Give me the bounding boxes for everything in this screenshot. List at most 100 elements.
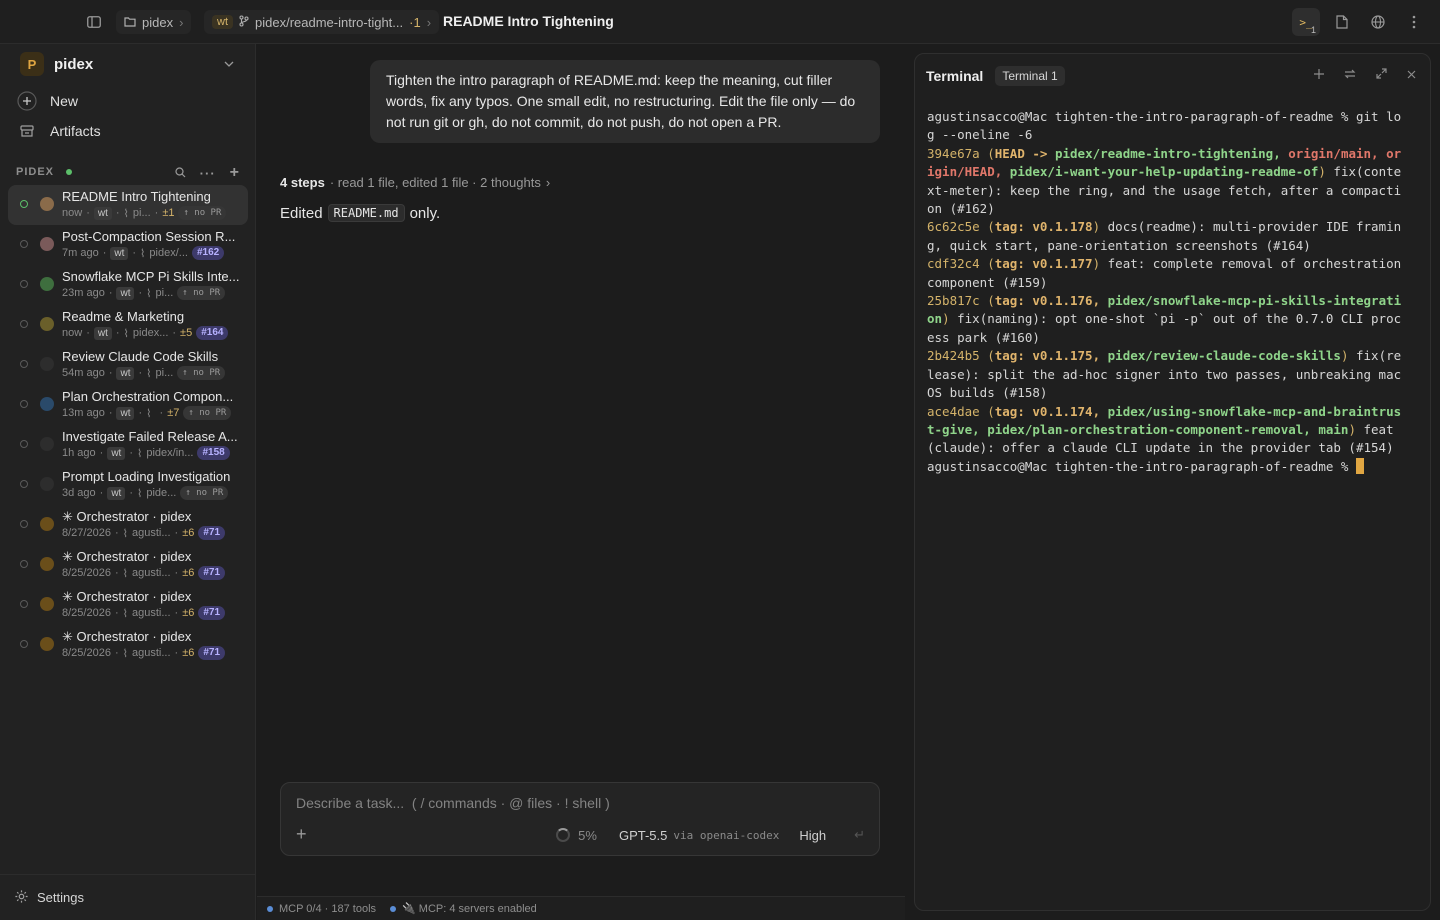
project-breadcrumb[interactable]: pidex › xyxy=(116,10,192,34)
pr-badge[interactable]: ↑ no PR xyxy=(177,286,226,300)
session-meta: 3d ago · wt · ⌇ pide... ↑ no PR xyxy=(62,486,246,500)
pr-badge[interactable]: #71 xyxy=(198,606,226,620)
search-icon[interactable] xyxy=(175,166,186,181)
pr-badge[interactable]: #71 xyxy=(198,526,226,540)
session-time: 3d ago xyxy=(62,487,96,499)
pr-badge[interactable]: ↑ no PR xyxy=(177,366,226,380)
task-input[interactable] xyxy=(296,795,856,811)
separator: · xyxy=(174,607,179,619)
steps-summary[interactable]: 4 steps · read 1 file, edited 1 file · 2… xyxy=(280,175,550,190)
more-horizontal-icon[interactable]: ··· xyxy=(200,166,216,181)
separator: · xyxy=(114,607,119,619)
session-meta: 8/25/2026 · ⌇ agusti... · ±6 #71 xyxy=(62,646,246,660)
commit-line: 25b817c (tag: v0.1.176, pidex/snowflake-… xyxy=(927,293,1402,345)
session-title: README Intro Tightening xyxy=(62,189,211,204)
session-item[interactable]: Snowflake MCP Pi Skills Inte... 23m ago · w… xyxy=(8,265,248,305)
maximize-icon[interactable] xyxy=(1376,67,1387,82)
session-item[interactable]: Review Claude Code Skills 54m ago · wt · ⌇ pi.… xyxy=(8,345,248,385)
file-icon[interactable] xyxy=(1330,10,1354,34)
agent-avatar-icon xyxy=(40,397,54,411)
attach-plus-icon[interactable]: + xyxy=(296,825,316,845)
session-changes: ±6 xyxy=(182,647,195,659)
pr-badge[interactable]: #71 xyxy=(198,646,226,660)
terminal-line: agustinsacco@Mac tighten-the-intro-parag… xyxy=(927,457,1407,476)
pr-badge[interactable]: ↑ no PR xyxy=(183,406,232,420)
separator: · xyxy=(115,207,120,219)
pr-badge[interactable]: #162 xyxy=(191,246,225,260)
project-avatar: P xyxy=(20,52,44,76)
session-item[interactable]: ✳ Orchestrator · pidex 8/25/2026 · ⌇ agusti.… xyxy=(8,625,248,665)
branch-breadcrumb[interactable]: wt pidex/readme-intro-tight... ·1 › xyxy=(204,10,440,34)
mcp-tools-label: MCP 0/4 · 187 tools xyxy=(279,902,377,915)
separator: · xyxy=(86,327,90,339)
session-item[interactable]: Post-Compaction Session R... 7m ago · wt · ⌇ p… xyxy=(8,225,248,265)
plus-icon[interactable]: + xyxy=(230,164,240,182)
sidebar-toggle-icon[interactable] xyxy=(82,10,106,34)
session-item[interactable]: ✳ Orchestrator · pidex 8/27/2026 · ⌇ agusti.… xyxy=(8,505,248,545)
top-bar: pidex › wt pidex/readme-intro-tight... ·… xyxy=(0,0,1440,44)
terminal-output[interactable]: agustinsacco@Mac tighten-the-intro-parag… xyxy=(927,108,1407,476)
agent-avatar-icon xyxy=(40,637,54,651)
session-title: Prompt Loading Investigation xyxy=(62,469,231,484)
more-vertical-icon[interactable] xyxy=(1402,10,1426,34)
session-status-dot xyxy=(20,320,28,328)
session-item[interactable]: Prompt Loading Investigation 3d ago · wt · ⌇ p… xyxy=(8,465,248,505)
pr-badge[interactable]: #158 xyxy=(197,446,230,460)
chat-panel: Tighten the intro paragraph of README.md… xyxy=(257,44,905,920)
worktree-chip: wt xyxy=(93,326,112,340)
chevron-right-icon: › xyxy=(426,14,432,30)
session-meta: 8/25/2026 · ⌇ agusti... · ±6 #71 xyxy=(62,606,246,620)
pr-badge[interactable]: #164 xyxy=(196,326,229,340)
new-session-button[interactable]: New xyxy=(16,88,78,114)
pr-badge[interactable]: ↑ no PR xyxy=(180,486,229,500)
swap-orientation-icon[interactable] xyxy=(1344,67,1356,82)
agent-avatar-icon xyxy=(40,237,54,251)
session-time: 54m ago xyxy=(62,367,105,379)
terminal-title: Terminal xyxy=(926,68,984,84)
plus-icon[interactable] xyxy=(1314,67,1324,82)
commit-ref-tag: tag: v0.1.178 xyxy=(994,219,1093,235)
project-switcher[interactable]: P pidex xyxy=(20,52,240,76)
branch-change-count: ·1 xyxy=(409,14,421,30)
mcp-servers-status[interactable]: 🔌 MCP: 4 servers enabled xyxy=(390,902,537,915)
effort-selector[interactable]: High xyxy=(799,828,826,843)
settings-button[interactable]: Settings xyxy=(0,874,256,920)
terminal-toggle-button[interactable]: >_ 1 xyxy=(1292,8,1320,36)
branch-icon: ⌇ xyxy=(146,407,152,420)
session-changes: ±5 xyxy=(180,327,193,339)
status-bar: MCP 0/4 · 187 tools 🔌 MCP: 4 servers ena… xyxy=(257,896,905,920)
worktree-chip: wt xyxy=(107,486,126,500)
terminal-tab[interactable]: Terminal 1 xyxy=(995,66,1065,86)
page-title: README Intro Tightening xyxy=(443,13,614,29)
session-item[interactable]: README Intro Tightening now · wt · ⌇ pi... · ±1 ↑… xyxy=(8,185,248,225)
branch-icon: ⌇ xyxy=(123,327,129,340)
status-dot xyxy=(267,905,273,912)
branch-icon: ⌇ xyxy=(137,447,143,460)
session-item[interactable]: Investigate Failed Release A... 1h ago · wt… xyxy=(8,425,248,465)
session-status-dot xyxy=(20,400,28,408)
session-changes: ±6 xyxy=(182,527,195,539)
artifacts-link[interactable]: Artifacts xyxy=(16,118,101,144)
composer: + 5% GPT-5.5 via openai-codex High ↵ xyxy=(280,782,880,856)
session-item[interactable]: ✳ Orchestrator · pidex 8/25/2026 · ⌇ agusti.… xyxy=(8,545,248,585)
terminal-prompt: agustinsacco@Mac tighten-the-intro-parag… xyxy=(927,458,1349,474)
separator: · xyxy=(99,447,104,459)
session-meta: 1h ago · wt · ⌇ pidex/in... #158 xyxy=(62,446,246,460)
pr-badge[interactable]: ↑ no PR xyxy=(178,206,227,220)
session-item[interactable]: Readme & Marketing now · wt · ⌇ pidex... · ±5 #16… xyxy=(8,305,248,345)
agent-avatar-icon xyxy=(40,317,54,331)
branch-icon: ⌇ xyxy=(122,607,128,620)
session-meta: now · wt · ⌇ pi... · ±1 ↑ no PR xyxy=(62,206,246,220)
session-item[interactable]: Plan Orchestration Compon... 13m ago · wt · ⌇… xyxy=(8,385,248,425)
globe-icon[interactable] xyxy=(1366,10,1390,34)
model-selector[interactable]: GPT-5.5 via openai-codex xyxy=(619,828,779,843)
mcp-tools-status[interactable]: MCP 0/4 · 187 tools xyxy=(267,903,376,915)
session-status-dot xyxy=(20,240,28,248)
terminal-prompt: agustinsacco@Mac tighten-the-intro-parag… xyxy=(927,109,1349,124)
send-icon[interactable]: ↵ xyxy=(854,827,865,843)
close-icon[interactable] xyxy=(1407,67,1416,82)
session-branch: pidex/... xyxy=(149,247,188,259)
session-item[interactable]: ✳ Orchestrator · pidex 8/25/2026 · ⌇ agusti.… xyxy=(8,585,248,625)
pr-badge[interactable]: #71 xyxy=(198,566,226,580)
context-meter[interactable]: 5% xyxy=(556,828,597,843)
